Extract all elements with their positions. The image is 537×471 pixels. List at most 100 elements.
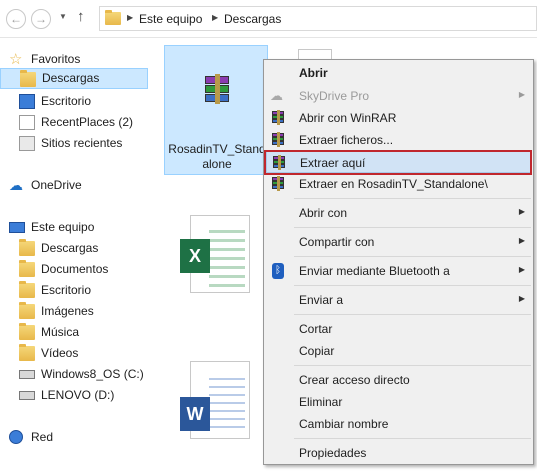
navigation-pane: ☆ Favoritos Descargas Escritorio RecentP… — [0, 39, 152, 471]
menu-abrir-con[interactable]: Abrir con ▶ — [266, 202, 531, 224]
up-arrow-icon[interactable]: ↑ — [77, 8, 85, 25]
nav-favoritos[interactable]: ☆ Favoritos — [0, 49, 152, 70]
nav-label: LENOVO (D:) — [41, 388, 115, 402]
nav-label: Imágenes — [41, 304, 94, 318]
nav-sitios-recientes[interactable]: Sitios recientes — [0, 133, 152, 154]
menu-label: Crear acceso directo — [299, 373, 410, 387]
nav-pc-musica[interactable]: Música — [0, 322, 152, 343]
menu-separator — [294, 365, 531, 366]
excel-icon: X — [180, 239, 210, 273]
menu-separator — [294, 227, 531, 228]
nav-recentplaces[interactable]: RecentPlaces (2) — [0, 112, 152, 133]
winrar-icon — [270, 176, 286, 192]
back-button[interactable]: ← — [6, 9, 26, 29]
nav-pc-drive-c[interactable]: Windows8_OS (C:) — [0, 364, 152, 385]
menu-abrir-con-winrar[interactable]: Abrir con WinRAR — [266, 107, 531, 129]
nav-pc-drive-d[interactable]: LENOVO (D:) — [0, 385, 152, 406]
menu-label: Copiar — [299, 344, 335, 358]
nav-label: Este equipo — [31, 220, 95, 234]
context-menu: Abrir ☁ SkyDrive Pro ▶ Abrir con WinRAR … — [263, 59, 534, 465]
nav-favoritos-descargas[interactable]: Descargas — [0, 68, 148, 89]
network-icon — [9, 430, 23, 444]
winrar-icon — [270, 132, 286, 148]
menu-separator — [294, 198, 531, 199]
nav-onedrive[interactable]: ☁ OneDrive — [0, 175, 152, 196]
menu-extraer-en[interactable]: Extraer en RosadinTV_Standalone\ — [266, 173, 531, 195]
menu-label: Abrir con — [299, 206, 348, 220]
music-folder-icon — [19, 323, 35, 340]
nav-pc-documentos[interactable]: Documentos — [0, 259, 152, 280]
menu-skydrive-pro[interactable]: ☁ SkyDrive Pro ▶ — [266, 85, 531, 107]
recent-locations-chevron-icon[interactable]: ▼ — [59, 12, 67, 21]
nav-label: Documentos — [41, 262, 109, 276]
breadcrumb-este-equipo[interactable]: Este equipo — [139, 12, 202, 26]
menu-abrir[interactable]: Abrir — [266, 62, 531, 84]
file-item-rar[interactable]: RosadinTV_Stand alone — [164, 45, 268, 175]
menu-label: Abrir con WinRAR — [299, 111, 397, 125]
nav-este-equipo[interactable]: Este equipo — [0, 217, 152, 238]
file-shortcut-icon — [19, 115, 35, 130]
drive-icon — [19, 391, 35, 400]
forward-button[interactable]: → — [31, 9, 51, 29]
menu-crear-acceso-directo[interactable]: Crear acceso directo — [266, 369, 531, 391]
nav-label: Sitios recientes — [41, 136, 123, 150]
nav-label: Vídeos — [41, 346, 79, 360]
submenu-arrow-icon: ▶ — [518, 294, 525, 303]
menu-eliminar[interactable]: Eliminar — [266, 391, 531, 413]
breadcrumb-separator-icon: ▶ — [127, 13, 134, 22]
menu-cambiar-nombre[interactable]: Cambiar nombre — [266, 413, 531, 435]
computer-icon — [9, 222, 25, 233]
menu-propiedades[interactable]: Propiedades — [266, 442, 531, 464]
menu-label: SkyDrive Pro — [299, 89, 370, 103]
menu-label: Cambiar nombre — [299, 417, 389, 431]
file-name-line: alone — [202, 157, 232, 171]
nav-red[interactable]: Red — [0, 427, 152, 448]
breadcrumb-descargas[interactable]: Descargas — [224, 12, 281, 26]
recent-places-icon — [19, 136, 35, 151]
breadcrumb-separator-icon: ▶ — [212, 13, 219, 22]
nav-label: Descargas — [41, 241, 99, 255]
downloads-folder-icon — [19, 239, 35, 256]
menu-label: Eliminar — [299, 395, 343, 409]
nav-label: Música — [41, 325, 80, 339]
downloads-folder-icon — [20, 70, 36, 87]
menu-cortar[interactable]: Cortar — [266, 318, 531, 340]
winrar-icon — [270, 110, 286, 126]
drive-icon — [19, 370, 35, 379]
bluetooth-icon: ᛒ — [272, 263, 284, 279]
file-name: RosadinTV_Stand alone — [165, 142, 269, 172]
menu-enviar-a[interactable]: Enviar a ▶ — [266, 289, 531, 311]
address-bar[interactable]: ▶ Este equipo ▶ Descargas — [99, 6, 537, 31]
nav-label: Descargas — [42, 71, 100, 85]
submenu-arrow-icon: ▶ — [518, 265, 525, 274]
nav-label: Favoritos — [31, 52, 81, 66]
file-name-line: RosadinTV_Stand — [168, 142, 266, 156]
pictures-folder-icon — [19, 302, 35, 319]
desktop-icon — [19, 94, 35, 109]
menu-label: Extraer en RosadinTV_Standalone\ — [299, 177, 488, 191]
videos-folder-icon — [19, 344, 35, 361]
submenu-arrow-icon: ▶ — [518, 90, 525, 99]
nav-pc-escritorio[interactable]: Escritorio — [0, 280, 152, 301]
menu-label: Cortar — [299, 322, 333, 336]
menu-label: Abrir — [299, 66, 328, 80]
menu-copiar[interactable]: Copiar — [266, 340, 531, 362]
nav-pc-descargas[interactable]: Descargas — [0, 238, 152, 259]
star-icon: ☆ — [9, 51, 23, 68]
submenu-arrow-icon: ▶ — [518, 236, 525, 245]
file-item-excel[interactable]: X — [180, 215, 260, 295]
submenu-arrow-icon: ▶ — [518, 207, 525, 216]
menu-label: Extraer ficheros... — [299, 133, 394, 147]
nav-pc-videos[interactable]: Vídeos — [0, 343, 152, 364]
nav-pc-imagenes[interactable]: Imágenes — [0, 301, 152, 322]
nav-favoritos-escritorio[interactable]: Escritorio — [0, 91, 152, 112]
menu-compartir-con[interactable]: Compartir con ▶ — [266, 231, 531, 253]
menu-separator — [294, 438, 531, 439]
menu-bluetooth[interactable]: ᛒ Enviar mediante Bluetooth a ▶ — [266, 260, 531, 282]
file-item-word[interactable]: W — [180, 361, 260, 441]
menu-separator — [294, 285, 531, 286]
nav-label: Red — [31, 430, 54, 444]
menu-separator — [294, 256, 531, 257]
word-icon: W — [180, 397, 210, 431]
menu-extraer-ficheros[interactable]: Extraer ficheros... — [266, 129, 531, 151]
